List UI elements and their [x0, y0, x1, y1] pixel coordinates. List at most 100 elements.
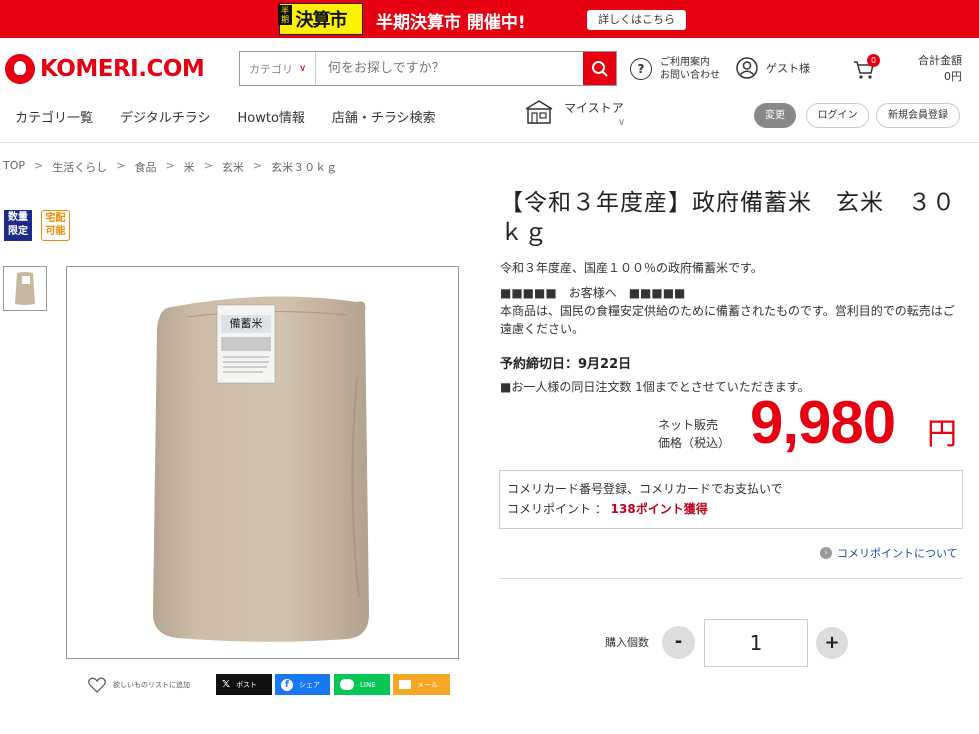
search-category-label: カテゴリ [249, 62, 293, 76]
main-nav: カテゴリ一覧 デジタルチラシ Howto情報 店舗・チラシ検索 [15, 107, 463, 126]
campaign-headline: 半期決算市 開催中! [376, 13, 526, 33]
campaign-logo-sub: 半期 [278, 5, 292, 25]
cart-total-value: 0円 [944, 70, 962, 83]
cart-button[interactable]: 0 [853, 54, 880, 83]
line-icon [340, 679, 354, 690]
mystore-menu[interactable]: マイストア ∨ [524, 99, 626, 128]
quantity-input[interactable] [704, 619, 808, 667]
breadcrumb-separator: > [165, 159, 175, 172]
chevron-down-icon: ∨ [299, 63, 307, 74]
nav-item-store-search[interactable]: 店舗・チラシ検索 [332, 107, 436, 126]
chevron-down-icon: ∨ [618, 117, 626, 128]
help-guide-label: ご利用案内 [660, 57, 710, 68]
price-label: ネット販売 価格（税込） [658, 416, 730, 452]
rice-bag-image: 備蓄米 [152, 296, 370, 642]
limited-badge-line1: 数量 [8, 212, 28, 223]
reservation-deadline: 予約締切日：9月22日 [500, 357, 632, 372]
campaign-logo: 半期 決算市 [278, 3, 363, 35]
breadcrumb-separator: > [203, 159, 213, 172]
share-mail-button[interactable]: メール [393, 674, 450, 695]
store-icon [525, 100, 553, 124]
bag-label-text: 備蓄米 [230, 317, 263, 330]
point-condition: コメリカード番号登録、コメリカードでお支払いで [507, 482, 783, 496]
help-link[interactable]: ? ご利用案内 お問い合わせ [630, 56, 720, 82]
header-divider [0, 142, 979, 143]
share-line-label: LINE [360, 680, 376, 689]
search-category-select[interactable]: カテゴリ ∨ [240, 52, 316, 85]
share-x-button[interactable]: 𝕏 ポスト [216, 674, 272, 695]
chevron-right-icon: › [820, 547, 832, 559]
nav-item-howto[interactable]: Howto情報 [238, 107, 305, 126]
share-x-label: ポスト [236, 680, 258, 689]
breadcrumb: TOP > 生活くらし > 食品 > 米 > 玄米 > 玄米３０ｋｇ [3, 159, 337, 175]
breadcrumb-separator: > [252, 159, 263, 172]
cart-count-badge: 0 [867, 54, 880, 67]
point-label: コメリポイント ： [507, 502, 611, 516]
search-icon [591, 60, 608, 77]
breadcrumb-item[interactable]: 米 [184, 159, 195, 175]
change-store-button[interactable]: 変更 [754, 103, 796, 128]
share-line-button[interactable]: LINE [334, 674, 390, 695]
delivery-badge-line1: 宅配 [45, 213, 66, 224]
point-earned-row: コメリポイント ： 138ポイント獲得 [507, 499, 955, 519]
cart-total: 合計金額 0円 [910, 53, 962, 85]
price-currency: 円 [927, 417, 957, 452]
quantity-increase-button[interactable]: + [816, 627, 848, 659]
campaign-banner[interactable]: 半期 決算市 半期決算市 開催中! 詳しくはこちら [0, 0, 979, 38]
register-button[interactable]: 新規会員登録 [876, 103, 960, 128]
breadcrumb-item[interactable]: 玄米 [222, 159, 244, 175]
search-bar: カテゴリ ∨ [239, 51, 617, 86]
share-facebook-button[interactable]: f シェア [275, 674, 330, 695]
product-main-image[interactable]: 備蓄米 [66, 266, 459, 659]
breadcrumb-item[interactable]: 食品 [134, 159, 156, 175]
customer-notice-heading: ■■■■■ お客様へ ■■■■■ [500, 286, 686, 300]
limited-quantity-badge: 数量 限定 [4, 210, 32, 241]
campaign-logo-main: 決算市 [295, 10, 348, 31]
point-info-box: コメリカード番号登録、コメリカードでお支払いで コメリポイント ： 138ポイン… [499, 470, 963, 529]
point-value: 138ポイント獲得 [610, 502, 708, 516]
mystore-label: マイストア [564, 101, 624, 115]
search-button[interactable] [583, 52, 616, 85]
question-icon: ? [630, 58, 652, 80]
quantity-decrease-button[interactable]: - [662, 626, 695, 659]
delivery-badge-line2: 可能 [45, 226, 66, 237]
login-button[interactable]: ログイン [806, 103, 869, 128]
help-contact-label: お問い合わせ [660, 70, 720, 81]
point-info-link-label: コメリポイントについて [837, 547, 958, 560]
campaign-details-button[interactable]: 詳しくはこちら [587, 10, 686, 30]
point-info-link[interactable]: › コメリポイントについて [820, 545, 958, 561]
share-facebook-label: シェア [299, 680, 320, 689]
product-title: 【令和３年度産】政府備蓄米 玄米 ３０ｋｇ [500, 190, 956, 246]
site-logo[interactable]: KOMERI.COM [5, 54, 205, 84]
limited-badge-line2: 限定 [8, 226, 28, 237]
cart-total-label: 合計金額 [918, 54, 962, 67]
nav-item-categories[interactable]: カテゴリ一覧 [15, 107, 93, 126]
share-mail-label: メール [417, 680, 438, 689]
site-logo-text: KOMERI.COM [40, 56, 205, 82]
nav-item-digital-flyer[interactable]: デジタルチラシ [120, 107, 210, 126]
section-divider [499, 578, 963, 579]
breadcrumb-current: 玄米３０ｋｇ [271, 161, 338, 174]
price-label-line2: 価格（税込） [658, 436, 731, 450]
user-icon [736, 57, 758, 79]
wishlist-button[interactable]: 欲しいものリストに追加 [88, 677, 190, 693]
breadcrumb-item[interactable]: TOP [3, 159, 25, 175]
facebook-icon: f [281, 678, 293, 691]
rooster-logo-icon [5, 54, 35, 84]
product-description: 令和３年度産、国産１００％の政府備蓄米です。 [500, 261, 763, 275]
breadcrumb-item[interactable]: 生活くらし [52, 159, 107, 175]
customer-notice-text: 本商品は、国民の食糧安定供給のために備蓄されたものです。営利目的での転売はご遠慮… [500, 304, 955, 336]
mail-icon [399, 680, 411, 689]
product-thumbnail[interactable] [3, 266, 47, 311]
help-text: ご利用案内 お問い合わせ [660, 56, 720, 82]
guest-label: ゲスト様 [766, 62, 810, 75]
breadcrumb-separator: > [34, 159, 44, 172]
delivery-available-badge: 宅配 可能 [41, 210, 70, 241]
quantity-label: 購入個数 [605, 636, 649, 649]
wishlist-label: 欲しいものリストに追加 [113, 681, 190, 689]
rice-bag-thumbnail-image [7, 270, 43, 307]
price-label-line1: ネット販売 [658, 418, 719, 432]
account-link[interactable]: ゲスト様 [736, 57, 810, 79]
product-price: 9,980 [750, 389, 896, 456]
search-input[interactable] [316, 52, 583, 85]
